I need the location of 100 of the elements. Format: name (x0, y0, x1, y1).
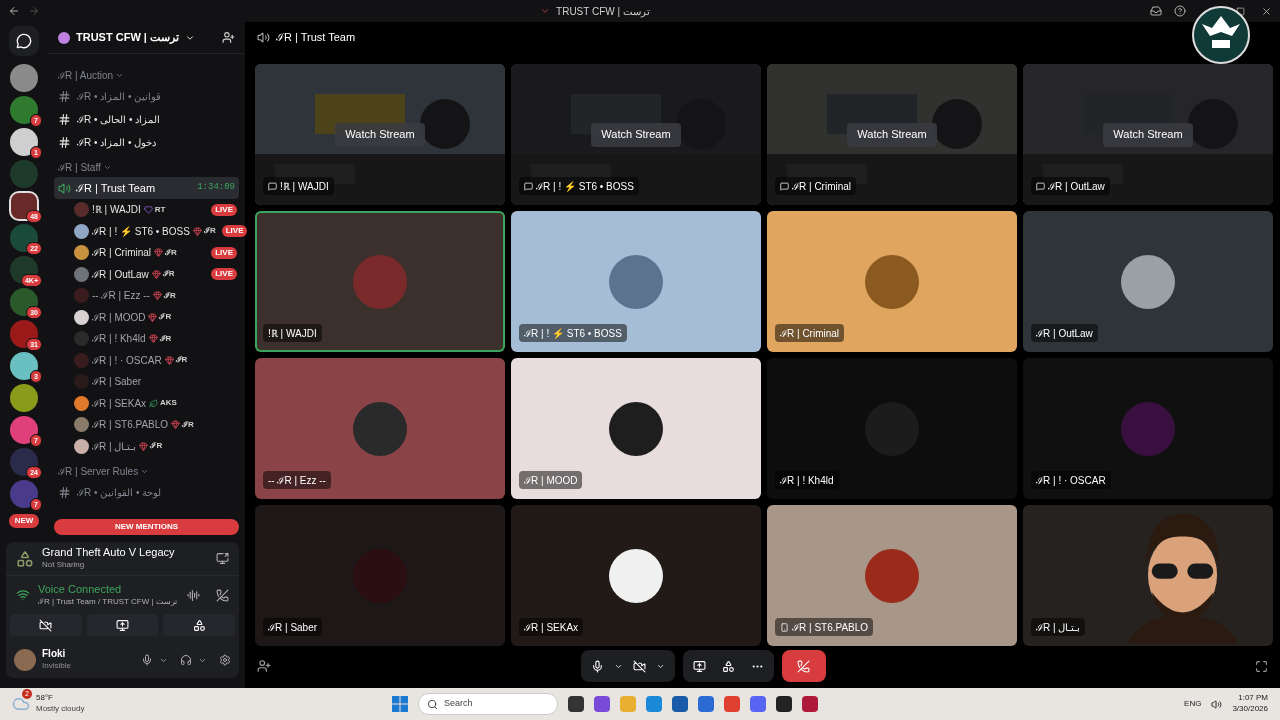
server-icon[interactable] (10, 64, 38, 92)
camera-off-icon (39, 618, 53, 632)
watch-stream-button[interactable]: Watch Stream (335, 122, 425, 147)
video-tile[interactable]: Watch Stream !ℝ | WAJDI (255, 64, 505, 205)
watch-stream-button[interactable]: Watch Stream (847, 122, 937, 147)
activities-button[interactable] (163, 614, 235, 636)
invite-icon[interactable] (222, 31, 235, 44)
server-name[interactable]: TRUST CFW | ترست (76, 29, 179, 46)
video-tile[interactable]: ℐR | ! · OSCAR (1023, 358, 1273, 499)
invite-icon[interactable] (257, 659, 271, 673)
video-tile[interactable]: ℐR | SEKAx (511, 505, 761, 646)
role-tag: ℐR (159, 332, 172, 345)
new-mentions-button[interactable]: NEW MENTIONS (54, 519, 239, 535)
member-name[interactable]: -- ℐR | Ezz -- (92, 288, 150, 304)
mic-icon[interactable] (141, 654, 153, 666)
name-label: ℐR | SEKAx (519, 618, 584, 636)
end-call-button[interactable] (781, 650, 826, 682)
channel-item[interactable]: ℐR • لوحة • القوانين (54, 481, 239, 503)
app-icon[interactable] (776, 696, 792, 712)
video-tile[interactable]: ℐR | Criminal (767, 211, 1017, 352)
video-tile[interactable]: -- ℐR | Ezz -- (255, 358, 505, 499)
settings-icon[interactable] (219, 654, 231, 666)
video-tile[interactable]: ℐR | ST6.PABLO (767, 505, 1017, 646)
channel-name: ℐR • المزاد • الحالى (77, 112, 161, 127)
activities-icon[interactable] (721, 659, 735, 673)
channel-item[interactable]: ℐR • دخول • المزاد (54, 131, 239, 153)
close-icon[interactable] (1261, 5, 1272, 17)
role-tag: AKS (160, 397, 177, 410)
category-label[interactable]: ℐR | Staff (58, 159, 101, 175)
camera-off-icon[interactable] (632, 659, 646, 673)
screen-share-button[interactable] (86, 614, 159, 636)
camera-button[interactable] (10, 614, 82, 636)
voice-channel-path[interactable]: ℐR | Trust Team / TRUST CFW | ترست (38, 595, 179, 608)
member-name[interactable]: ℐR | ST6.PABLO (92, 417, 169, 433)
video-tile[interactable]: Watch Stream ℐR | OutLaw (1023, 64, 1273, 205)
video-tile[interactable]: ℐR | ! Kh4ld (767, 358, 1017, 499)
back-icon[interactable] (8, 5, 20, 17)
gem-icon (148, 312, 158, 322)
app-icon[interactable] (802, 696, 818, 712)
clock-date: 3/30/2026 (1232, 703, 1268, 715)
call-timer: 1:34:09 (197, 181, 235, 195)
inbox-icon[interactable] (1150, 5, 1162, 17)
live-badge: LIVE (211, 203, 237, 216)
mic-icon[interactable] (590, 659, 604, 673)
video-tile[interactable]: ℐR | MOOD (511, 358, 761, 499)
start-icon[interactable] (392, 696, 408, 712)
member-name[interactable]: ℐR | ! · OSCAR (92, 352, 162, 368)
video-tile[interactable]: ℐR | Saber (255, 505, 505, 646)
member-name[interactable]: ℐR | MOOD (92, 309, 146, 325)
gem-icon (151, 269, 161, 279)
video-tile[interactable]: Watch Stream ℐR | Criminal (767, 64, 1017, 205)
member-name[interactable]: ℐR | Saber (92, 374, 142, 390)
fullscreen-icon[interactable] (1255, 659, 1268, 673)
member-name[interactable]: ℐR | OutLaw (92, 266, 149, 282)
role-tag: ℐR (203, 225, 216, 238)
category-label[interactable]: ℐR | Auction (58, 67, 114, 83)
user-status: Invisible (42, 660, 72, 672)
member-name[interactable]: ℐR | Criminal (92, 245, 152, 261)
new-button[interactable]: NEW (8, 514, 40, 528)
channel-item[interactable]: ℐR • قوانين • المزاد (54, 85, 239, 107)
name-label: ℐR | بـتـال (1031, 618, 1086, 636)
search-icon (427, 698, 438, 710)
user-name: Floki (42, 648, 67, 660)
screen-share-icon[interactable] (692, 659, 706, 673)
video-tile[interactable]: Watch Stream ℐR | ! ⚡ ST6 • BOSS (511, 64, 761, 205)
server-icon[interactable] (10, 384, 38, 412)
member-name[interactable]: ℐR | SEKAx (92, 395, 147, 411)
member-name[interactable]: ℐR | ! Kh4ld (92, 331, 146, 347)
member-name[interactable]: !ℝ | WAJDI (92, 202, 141, 218)
disconnect-icon[interactable] (216, 588, 229, 602)
name-label: !ℝ | WAJDI (263, 177, 334, 195)
search-field[interactable]: Search (418, 693, 558, 715)
name-label: ℐR | ! · OSCAR (1031, 471, 1111, 489)
help-icon[interactable] (1174, 5, 1186, 17)
video-tile[interactable]: !ℝ | WAJDI (255, 211, 505, 352)
member-name[interactable]: ℐR | ! ⚡ ST6 • BOSS (92, 223, 190, 239)
gem-icon (152, 291, 162, 301)
watch-stream-button[interactable]: Watch Stream (1103, 122, 1193, 147)
video-tile[interactable]: ℐR | بـتـال (1023, 505, 1273, 646)
volume-icon[interactable] (1211, 698, 1223, 710)
speaker-icon (257, 30, 270, 44)
app-icon[interactable] (568, 696, 584, 712)
language-indicator[interactable]: ENG (1184, 698, 1202, 710)
watch-stream-button[interactable]: Watch Stream (591, 122, 681, 147)
gem-icon (192, 226, 202, 236)
role-tag: RT (154, 203, 166, 216)
category-label[interactable]: ℐR | Server Rules (58, 463, 139, 479)
app-icon[interactable] (672, 696, 688, 712)
app-icon[interactable] (594, 696, 610, 712)
headphones-icon[interactable] (180, 654, 192, 666)
channel-item[interactable]: ℐR • المزاد • الحالى (54, 108, 239, 130)
share-screen-icon[interactable] (216, 552, 229, 565)
video-tile[interactable]: ℐR | ! ⚡ ST6 • BOSS (511, 211, 761, 352)
gem-icon (171, 420, 181, 430)
name-label: ℐR | Saber (263, 618, 323, 636)
name-label: -- ℐR | Ezz -- (263, 471, 331, 489)
video-tile[interactable]: ℐR | OutLaw (1023, 211, 1273, 352)
member-name[interactable]: ℐR | بـتـال (92, 438, 137, 454)
noise-icon[interactable] (187, 588, 200, 602)
voice-channel[interactable]: ℐR | Trust Team 1:34:09 (54, 177, 239, 199)
